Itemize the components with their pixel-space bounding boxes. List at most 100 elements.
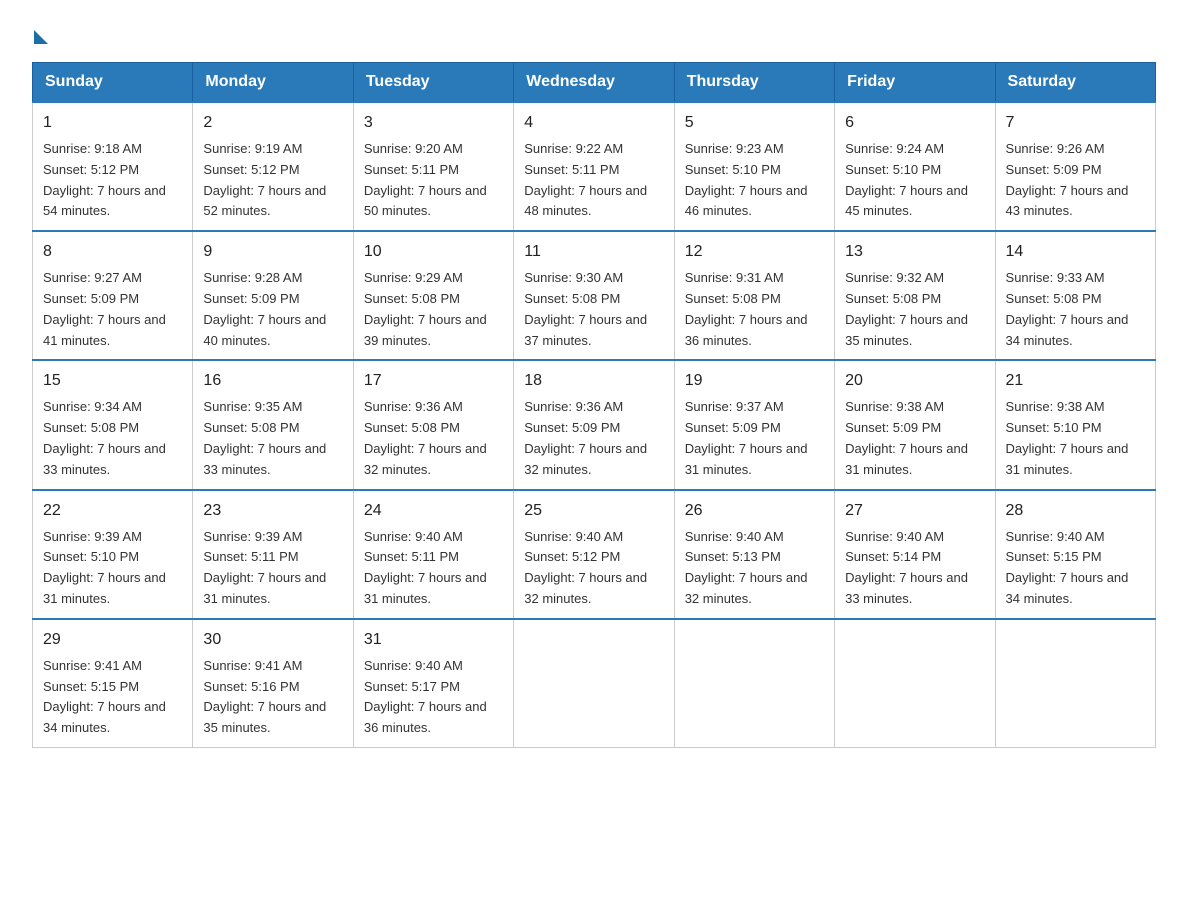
day-info: Sunrise: 9:34 AMSunset: 5:08 PMDaylight:… [43, 399, 166, 476]
calendar-day-cell: 19 Sunrise: 9:37 AMSunset: 5:09 PMDayligh… [674, 360, 834, 489]
day-number: 29 [43, 628, 182, 652]
calendar-day-cell: 14 Sunrise: 9:33 AMSunset: 5:08 PMDayligh… [995, 231, 1155, 360]
calendar-week-row: 15Sunrise: 9:34 AMSunset: 5:08 PMDayligh… [33, 360, 1156, 489]
calendar-day-cell: 31 Sunrise: 9:40 AMSunset: 5:17 PMDayligh… [353, 619, 513, 748]
day-info: Sunrise: 9:32 AMSunset: 5:08 PMDaylight:… [845, 270, 968, 347]
calendar-day-cell: 13Sunrise: 9:32 AMSunset: 5:08 PMDayligh… [835, 231, 995, 360]
day-info: Sunrise: 9:30 AMSunset: 5:08 PMDaylight:… [524, 270, 647, 347]
calendar-day-cell: 6 Sunrise: 9:24 AMSunset: 5:10 PMDaylight… [835, 102, 995, 231]
empty-cell [514, 619, 674, 748]
day-number: 5 [685, 111, 824, 135]
page-header [32, 24, 1156, 42]
day-number: 12 [685, 240, 824, 264]
day-info: Sunrise: 9:36 AMSunset: 5:08 PMDaylight:… [364, 399, 487, 476]
day-info: Sunrise: 9:38 AMSunset: 5:09 PMDaylight:… [845, 399, 968, 476]
day-info: Sunrise: 9:40 AMSunset: 5:15 PMDaylight:… [1006, 529, 1129, 606]
empty-cell [995, 619, 1155, 748]
day-info: Sunrise: 9:22 AMSunset: 5:11 PMDaylight:… [524, 141, 647, 218]
day-info: Sunrise: 9:41 AMSunset: 5:15 PMDaylight:… [43, 658, 166, 735]
calendar-day-cell: 22 Sunrise: 9:39 AMSunset: 5:10 PMDayligh… [33, 490, 193, 619]
day-number: 28 [1006, 499, 1145, 523]
day-number: 7 [1006, 111, 1145, 135]
day-number: 6 [845, 111, 984, 135]
calendar-day-cell: 23 Sunrise: 9:39 AMSunset: 5:11 PMDayligh… [193, 490, 353, 619]
calendar-day-cell: 5 Sunrise: 9:23 AMSunset: 5:10 PMDaylight… [674, 102, 834, 231]
calendar-day-cell: 10Sunrise: 9:29 AMSunset: 5:08 PMDayligh… [353, 231, 513, 360]
day-info: Sunrise: 9:37 AMSunset: 5:09 PMDaylight:… [685, 399, 808, 476]
day-number: 4 [524, 111, 663, 135]
day-info: Sunrise: 9:23 AMSunset: 5:10 PMDaylight:… [685, 141, 808, 218]
day-info: Sunrise: 9:36 AMSunset: 5:09 PMDaylight:… [524, 399, 647, 476]
calendar-day-cell: 2 Sunrise: 9:19 AMSunset: 5:12 PMDaylight… [193, 102, 353, 231]
day-number: 8 [43, 240, 182, 264]
calendar-day-cell: 1 Sunrise: 9:18 AMSunset: 5:12 PMDaylight… [33, 102, 193, 231]
day-info: Sunrise: 9:40 AMSunset: 5:17 PMDaylight:… [364, 658, 487, 735]
calendar-day-cell: 25 Sunrise: 9:40 AMSunset: 5:12 PMDayligh… [514, 490, 674, 619]
day-header-thursday: Thursday [674, 63, 834, 103]
day-info: Sunrise: 9:35 AMSunset: 5:08 PMDaylight:… [203, 399, 326, 476]
day-info: Sunrise: 9:33 AMSunset: 5:08 PMDaylight:… [1006, 270, 1129, 347]
day-info: Sunrise: 9:26 AMSunset: 5:09 PMDaylight:… [1006, 141, 1129, 218]
day-number: 11 [524, 240, 663, 264]
day-number: 20 [845, 369, 984, 393]
day-number: 1 [43, 111, 182, 135]
calendar-day-cell: 17 Sunrise: 9:36 AMSunset: 5:08 PMDayligh… [353, 360, 513, 489]
day-info: Sunrise: 9:19 AMSunset: 5:12 PMDaylight:… [203, 141, 326, 218]
day-number: 17 [364, 369, 503, 393]
calendar-day-cell: 11 Sunrise: 9:30 AMSunset: 5:08 PMDayligh… [514, 231, 674, 360]
logo [32, 24, 48, 42]
day-header-tuesday: Tuesday [353, 63, 513, 103]
day-number: 9 [203, 240, 342, 264]
calendar-day-cell: 4 Sunrise: 9:22 AMSunset: 5:11 PMDaylight… [514, 102, 674, 231]
day-number: 10 [364, 240, 503, 264]
calendar-day-cell: 20 Sunrise: 9:38 AMSunset: 5:09 PMDayligh… [835, 360, 995, 489]
day-number: 25 [524, 499, 663, 523]
calendar-day-cell: 12Sunrise: 9:31 AMSunset: 5:08 PMDayligh… [674, 231, 834, 360]
day-header-monday: Monday [193, 63, 353, 103]
day-number: 18 [524, 369, 663, 393]
calendar-day-cell: 15Sunrise: 9:34 AMSunset: 5:08 PMDayligh… [33, 360, 193, 489]
day-number: 19 [685, 369, 824, 393]
calendar-table: SundayMondayTuesdayWednesdayThursdayFrid… [32, 62, 1156, 748]
empty-cell [674, 619, 834, 748]
day-number: 3 [364, 111, 503, 135]
day-header-wednesday: Wednesday [514, 63, 674, 103]
calendar-day-cell: 24 Sunrise: 9:40 AMSunset: 5:11 PMDayligh… [353, 490, 513, 619]
day-info: Sunrise: 9:40 AMSunset: 5:13 PMDaylight:… [685, 529, 808, 606]
day-number: 21 [1006, 369, 1145, 393]
day-info: Sunrise: 9:27 AMSunset: 5:09 PMDaylight:… [43, 270, 166, 347]
day-header-sunday: Sunday [33, 63, 193, 103]
day-number: 2 [203, 111, 342, 135]
day-info: Sunrise: 9:39 AMSunset: 5:11 PMDaylight:… [203, 529, 326, 606]
calendar-day-cell: 7 Sunrise: 9:26 AMSunset: 5:09 PMDaylight… [995, 102, 1155, 231]
day-number: 16 [203, 369, 342, 393]
day-header-saturday: Saturday [995, 63, 1155, 103]
day-info: Sunrise: 9:20 AMSunset: 5:11 PMDaylight:… [364, 141, 487, 218]
day-info: Sunrise: 9:18 AMSunset: 5:12 PMDaylight:… [43, 141, 166, 218]
calendar-week-row: 1 Sunrise: 9:18 AMSunset: 5:12 PMDaylight… [33, 102, 1156, 231]
calendar-week-row: 22 Sunrise: 9:39 AMSunset: 5:10 PMDayligh… [33, 490, 1156, 619]
calendar-day-cell: 21Sunrise: 9:38 AMSunset: 5:10 PMDayligh… [995, 360, 1155, 489]
day-info: Sunrise: 9:24 AMSunset: 5:10 PMDaylight:… [845, 141, 968, 218]
calendar-day-cell: 18 Sunrise: 9:36 AMSunset: 5:09 PMDayligh… [514, 360, 674, 489]
calendar-day-cell: 27Sunrise: 9:40 AMSunset: 5:14 PMDayligh… [835, 490, 995, 619]
day-info: Sunrise: 9:40 AMSunset: 5:12 PMDaylight:… [524, 529, 647, 606]
day-number: 23 [203, 499, 342, 523]
calendar-week-row: 29 Sunrise: 9:41 AMSunset: 5:15 PMDayligh… [33, 619, 1156, 748]
day-number: 14 [1006, 240, 1145, 264]
empty-cell [835, 619, 995, 748]
day-number: 26 [685, 499, 824, 523]
day-number: 27 [845, 499, 984, 523]
day-info: Sunrise: 9:41 AMSunset: 5:16 PMDaylight:… [203, 658, 326, 735]
day-number: 31 [364, 628, 503, 652]
calendar-week-row: 8 Sunrise: 9:27 AMSunset: 5:09 PMDaylight… [33, 231, 1156, 360]
calendar-day-cell: 28 Sunrise: 9:40 AMSunset: 5:15 PMDayligh… [995, 490, 1155, 619]
calendar-day-cell: 30Sunrise: 9:41 AMSunset: 5:16 PMDayligh… [193, 619, 353, 748]
logo-arrow-icon [34, 30, 48, 44]
day-info: Sunrise: 9:39 AMSunset: 5:10 PMDaylight:… [43, 529, 166, 606]
day-info: Sunrise: 9:40 AMSunset: 5:11 PMDaylight:… [364, 529, 487, 606]
day-header-friday: Friday [835, 63, 995, 103]
day-number: 22 [43, 499, 182, 523]
calendar-day-cell: 26 Sunrise: 9:40 AMSunset: 5:13 PMDayligh… [674, 490, 834, 619]
day-number: 24 [364, 499, 503, 523]
